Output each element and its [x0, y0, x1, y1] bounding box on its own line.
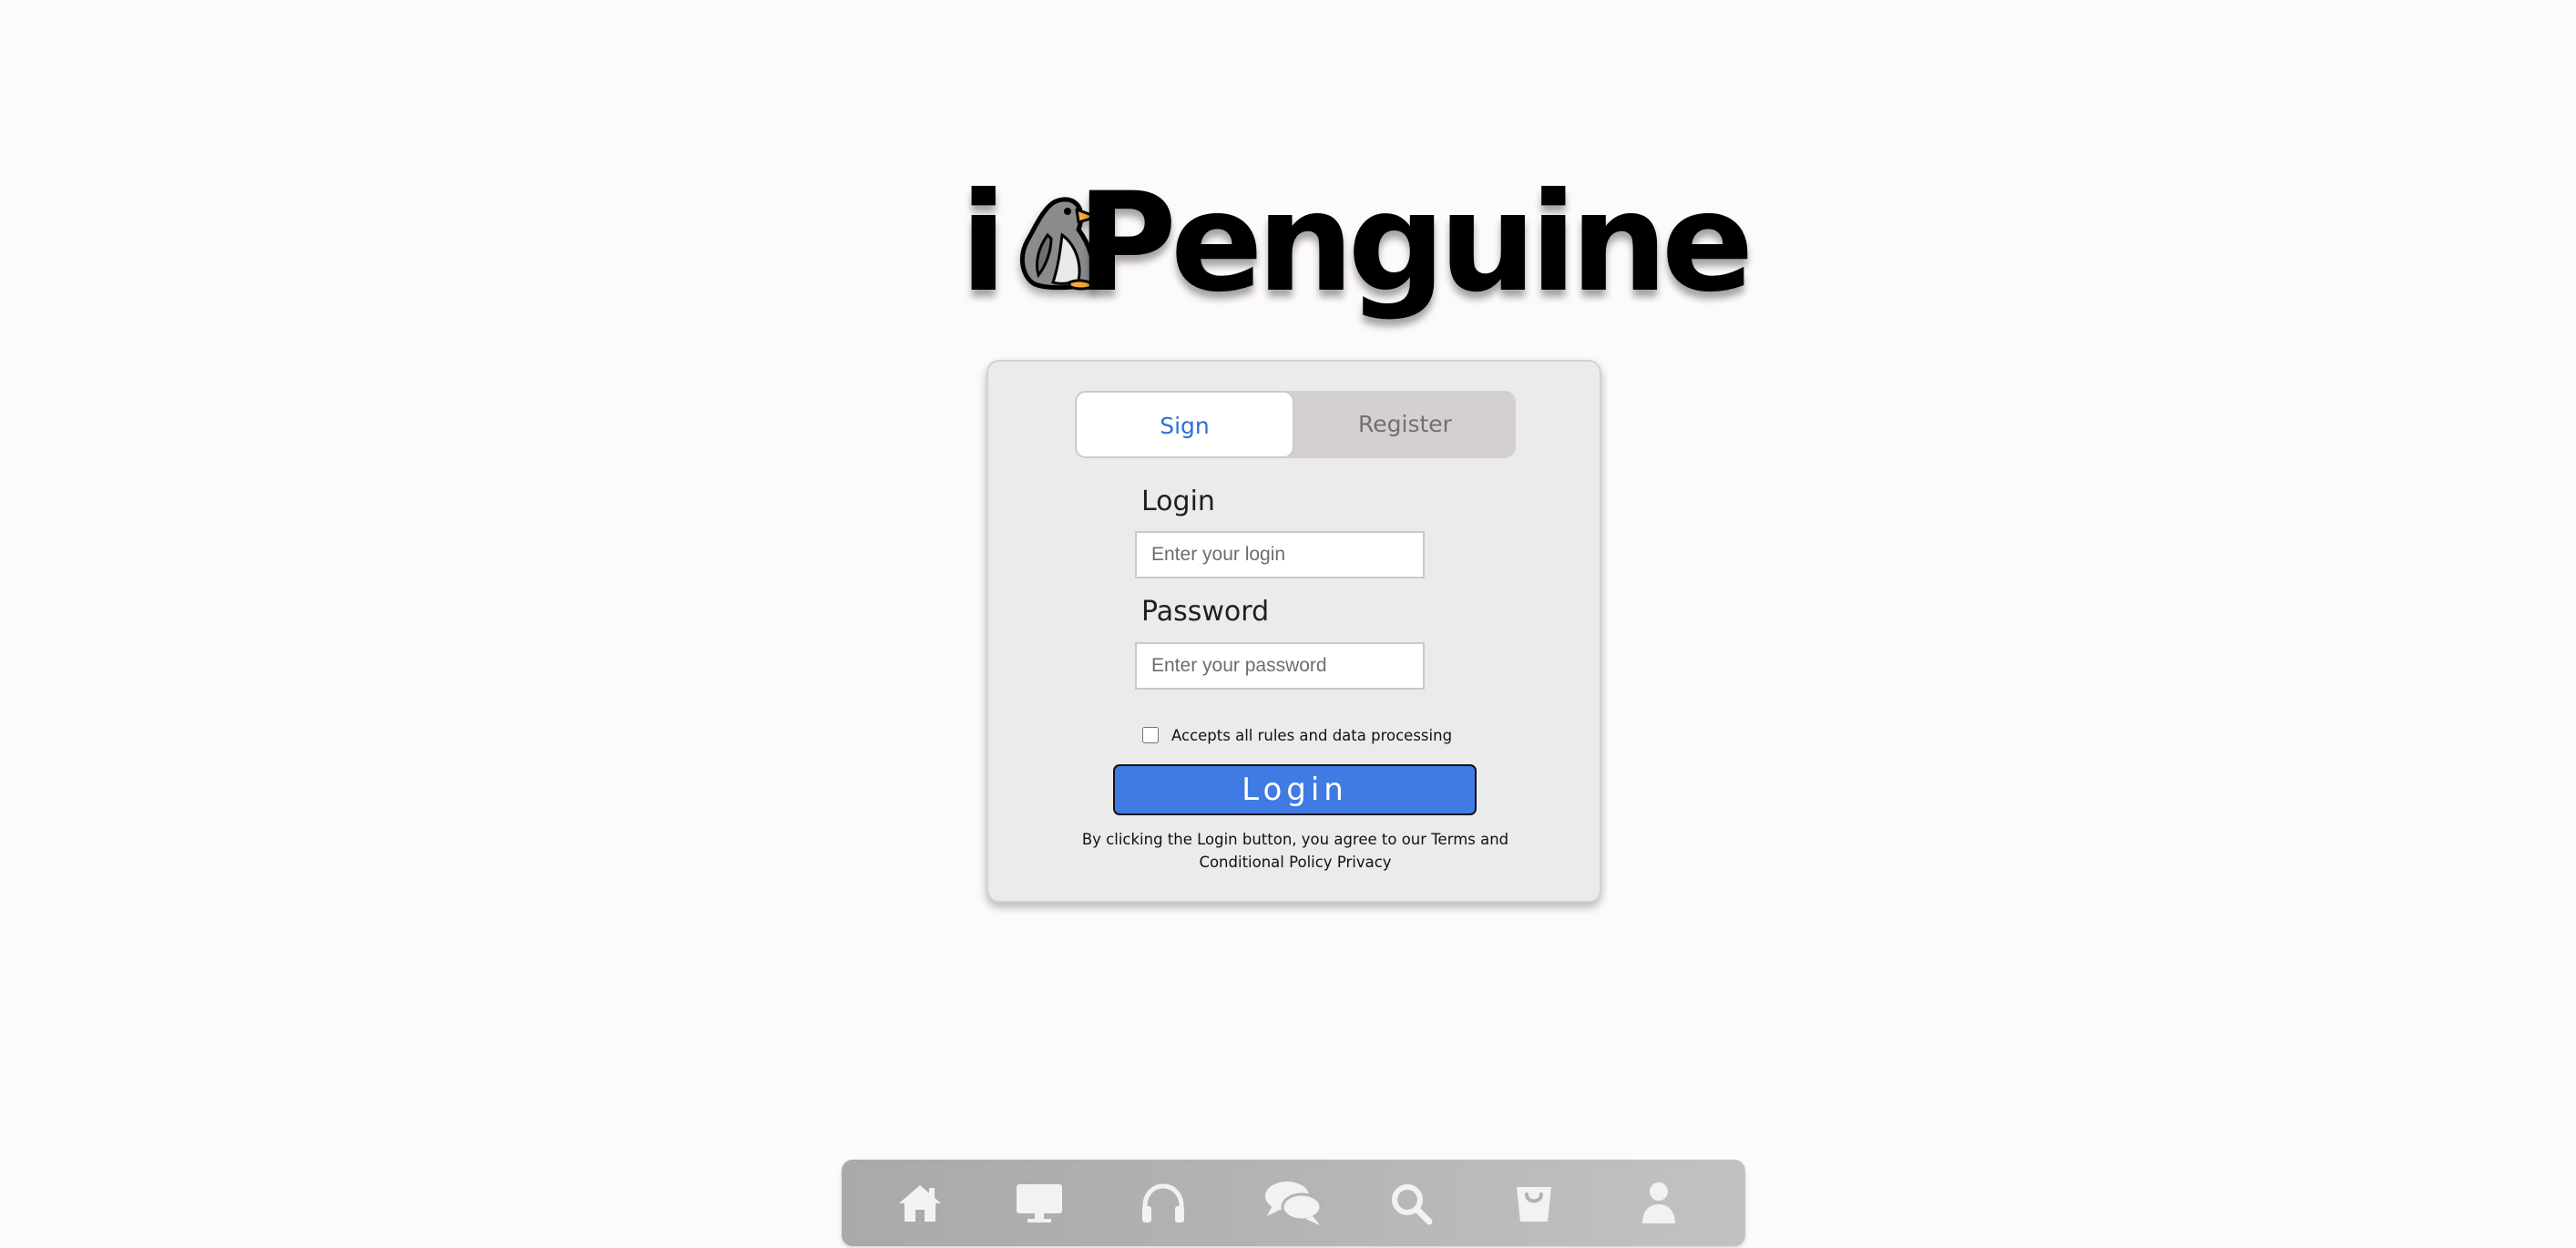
search-icon [1392, 1184, 1433, 1225]
tab-sign[interactable]: Sign [1075, 391, 1294, 458]
nav-headphones[interactable] [1130, 1171, 1196, 1236]
user-icon [1642, 1182, 1675, 1223]
accept-rules-checkbox[interactable] [1142, 727, 1159, 743]
app-logo: i Penguine [956, 173, 1754, 337]
chat-icon [1265, 1182, 1323, 1225]
accept-rules-label: Accepts all rules and data processing [1171, 726, 1453, 744]
nav-monitor[interactable] [1007, 1171, 1072, 1236]
bottom-nav [842, 1160, 1745, 1246]
auth-card: Sign Register Login Password Accepts all… [986, 360, 1601, 903]
password-label: Password [1141, 596, 1270, 628]
login-button[interactable]: Login [1113, 764, 1477, 815]
nav-search[interactable] [1378, 1171, 1444, 1236]
password-input[interactable] [1135, 642, 1425, 690]
login-input[interactable] [1135, 531, 1425, 578]
auth-tabs: Sign Register [1075, 391, 1516, 458]
terms-text: By clicking the Login button, you agree … [1081, 831, 1509, 871]
nav-profile[interactable] [1626, 1171, 1692, 1236]
headphones-icon [1142, 1183, 1184, 1222]
shopping-bag-icon [1517, 1187, 1551, 1222]
home-icon [899, 1185, 941, 1222]
tab-register[interactable]: Register [1294, 391, 1516, 458]
login-label: Login [1141, 486, 1215, 517]
logo-word: Penguine [1077, 164, 1754, 322]
nav-home[interactable] [887, 1171, 953, 1236]
nav-shop[interactable] [1501, 1171, 1567, 1236]
monitor-icon [1017, 1184, 1062, 1222]
accept-rules-row: Accepts all rules and data processing [1142, 724, 1452, 746]
nav-chat[interactable] [1261, 1171, 1326, 1236]
